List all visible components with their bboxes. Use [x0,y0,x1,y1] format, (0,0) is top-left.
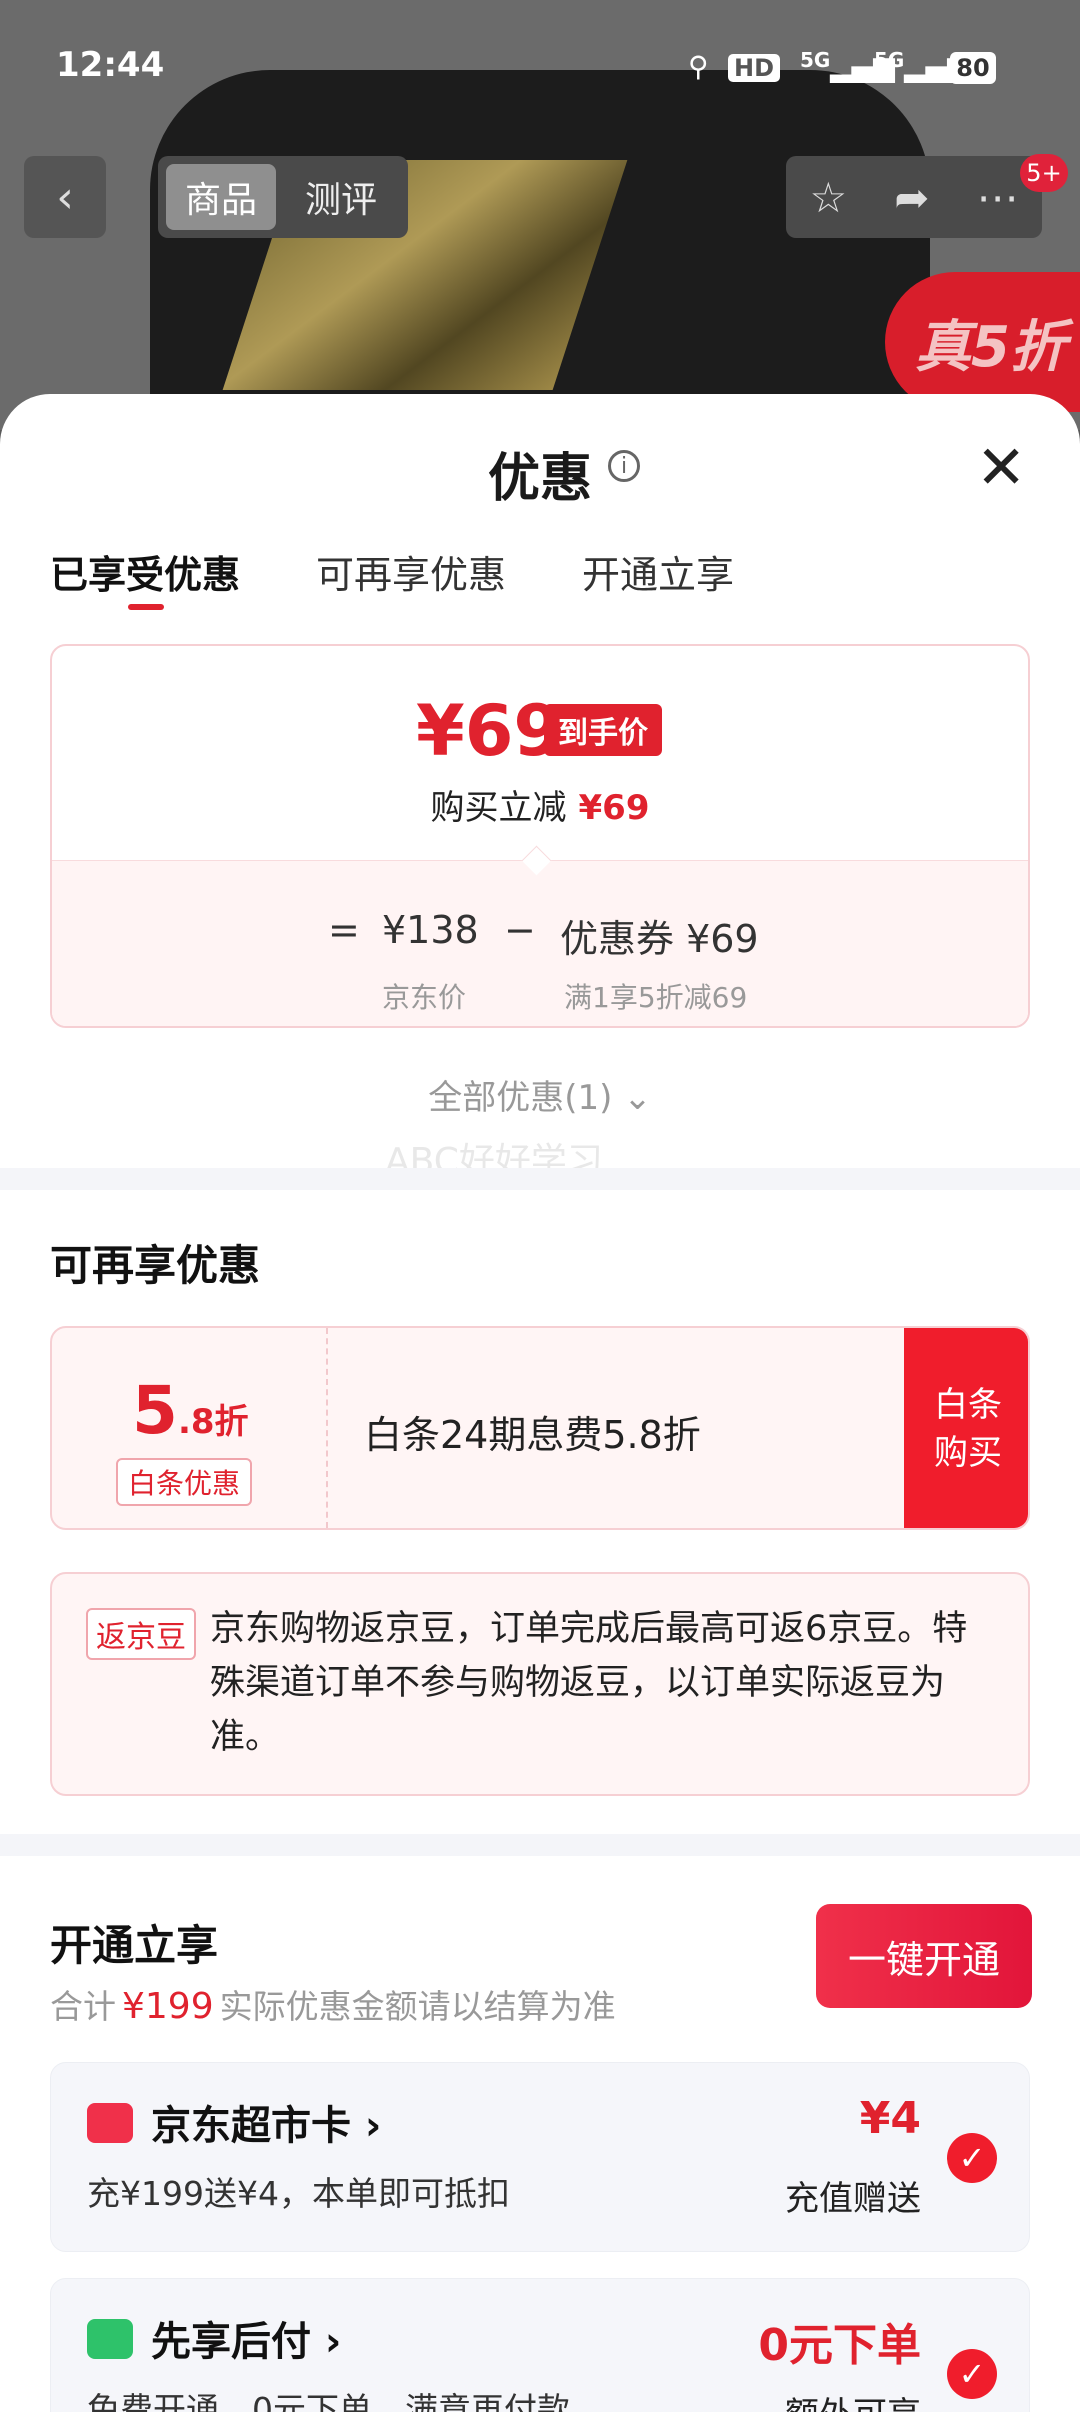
top-tab-group: 商品 测评 [158,156,408,238]
coupon-amount: 优惠券 ¥69 [560,917,759,961]
dashed-divider [326,1328,328,1528]
section-title-more: 可再享优惠 [50,1241,261,1290]
service-card-pay-later[interactable]: 先享后付 › 免费开通，0元下单，满意再付款 0元下单 额外可享 ✓ [50,2278,1030,2412]
buy-reduce-line: 购买立减 ¥69 [52,780,1028,829]
battery-icon: 80 [950,52,996,84]
minus-sign: − [504,908,536,952]
service-card-supermarket[interactable]: 京东超市卡 › 充¥199送¥4，本单即可抵扣 ¥4 充值赠送 ✓ [50,2062,1030,2252]
final-price: ¥69 [416,690,563,772]
service-amount: ¥4 [859,2093,921,2144]
jd-price: ¥138 [382,908,479,952]
service-desc: 免费开通，0元下单，满意再付款 [87,2390,570,2412]
price-breakdown [52,860,1028,1026]
all-discounts-label: 全部优惠(1) [428,1078,613,1118]
network-5g-icon-2: 5G [874,48,905,72]
back-arrow-icon: ‹ [56,171,74,223]
close-icon[interactable]: ✕ [976,438,1026,498]
section-divider-2 [0,1834,1080,1856]
service-note: 额外可享 [785,2387,921,2412]
checkmark-icon[interactable]: ✓ [947,2133,997,2183]
section-divider [0,1168,1080,1190]
location-icon: ⚲ [688,50,709,83]
jd-price-label: 京东价 [382,981,467,1014]
top-action-group: ☆ ➦ ⋯ [786,156,1042,238]
tab-product[interactable]: 商品 [166,164,276,230]
baitiao-rate-major: 5 [132,1372,178,1449]
notification-badge: 5+ [1020,154,1068,192]
shopping-bag-icon [87,2319,133,2359]
more-icon[interactable]: ⋯ [976,173,1018,222]
final-price-tag: 到手价 [544,704,662,756]
all-discounts-toggle[interactable]: 全部优惠(1) ⌄ [0,1070,1080,1119]
favorite-star-icon[interactable]: ☆ [810,173,848,222]
price-card: ¥69 到手价 购买立减 ¥69 = ¥138 − 优惠券 ¥69 京东价 满1享… [50,644,1030,1028]
baitiao-text: 白条24期息费5.8折 [364,1413,701,1457]
equals-sign: = [328,908,360,952]
baitiao-tag: 白条优惠 [116,1458,253,1506]
section-title-open: 开通立享 [50,1921,219,1970]
baitiao-rate: 5.8折 [132,1372,249,1449]
jd-bean-text: 京东购物返京豆，订单完成后最高可返6京豆。特殊渠道订单不参与购物返豆，以订单实际… [210,1609,968,1757]
total-prefix: 合计 [50,1987,116,2026]
service-title: 先享后付 › [151,2319,342,2365]
baitiao-rate-minor: .8折 [177,1402,249,1442]
total-amount: ¥199 [122,1986,214,2027]
chevron-down-icon: ⌄ [623,1078,652,1118]
sheet-title: 优惠 [487,449,592,509]
status-time: 12:44 [56,45,165,85]
hd-icon: HD [728,54,781,82]
back-button[interactable]: ‹ [24,156,106,238]
active-tab-indicator [128,604,164,610]
card-icon [87,2103,133,2143]
total-suffix: 实际优惠金额请以结算为准 [219,1987,616,2026]
baitiao-buy-label: 白条 购买 [934,1385,1002,1473]
tab-enjoyed-discounts[interactable]: 已享受优惠 [50,544,240,599]
baitiao-offer-card: 5.8折 白条优惠 白条24期息费5.8折 白条 购买 [50,1326,1030,1530]
jd-bean-tag: 返京豆 [86,1608,196,1660]
service-amount: 0元下单 [758,2320,921,2371]
tab-review[interactable]: 测评 [286,164,396,230]
service-title: 京东超市卡 › [151,2103,382,2149]
promo-badge: 真5折 [885,272,1080,412]
total-line: 合计 ¥199 实际优惠金额请以结算为准 [50,1980,616,2028]
jd-bean-card: 返京豆 京东购物返京豆，订单完成后最高可返6京豆。特殊渠道订单不参与购物返豆，以… [50,1572,1030,1796]
checkmark-icon[interactable]: ✓ [947,2349,997,2399]
tab-more-discounts[interactable]: 可再享优惠 [316,544,506,599]
baitiao-buy-button[interactable]: 白条 购买 [904,1328,1028,1528]
buy-reduce-label: 购买立减 [430,788,567,828]
tab-open-to-enjoy[interactable]: 开通立享 [582,544,734,599]
service-note: 充值赠送 [785,2179,921,2219]
coupon-label: 满1享5折减69 [564,981,748,1014]
network-5g-icon: 5G [800,48,831,72]
open-all-button[interactable]: 一键开通 [816,1904,1032,2008]
info-icon[interactable]: i [608,450,640,482]
discount-sheet: 优惠 i ✕ 已享受优惠 可再享优惠 开通立享 ¥69 到手价 购买立减 ¥69 … [0,394,1080,2412]
buy-reduce-value: ¥69 [578,788,650,828]
service-desc: 充¥199送¥4，本单即可抵扣 [87,2174,510,2213]
share-icon[interactable]: ➦ [894,173,929,222]
